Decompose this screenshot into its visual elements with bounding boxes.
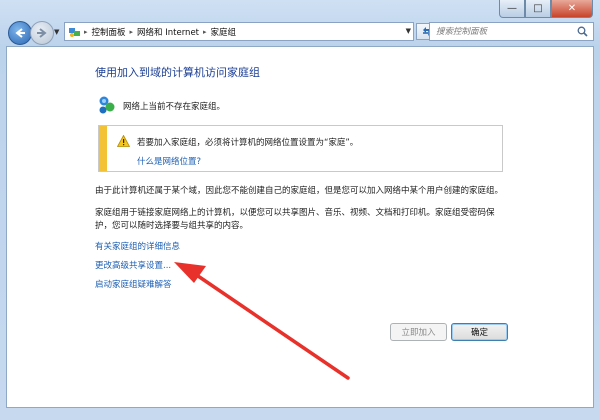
window-frame: — □ ✕ ▼ ▸ 控制面板 ▸ 网络和 Internet ▸ 家庭组 ▼ 搜索…	[0, 0, 600, 420]
red-annotation-arrow	[174, 262, 350, 380]
